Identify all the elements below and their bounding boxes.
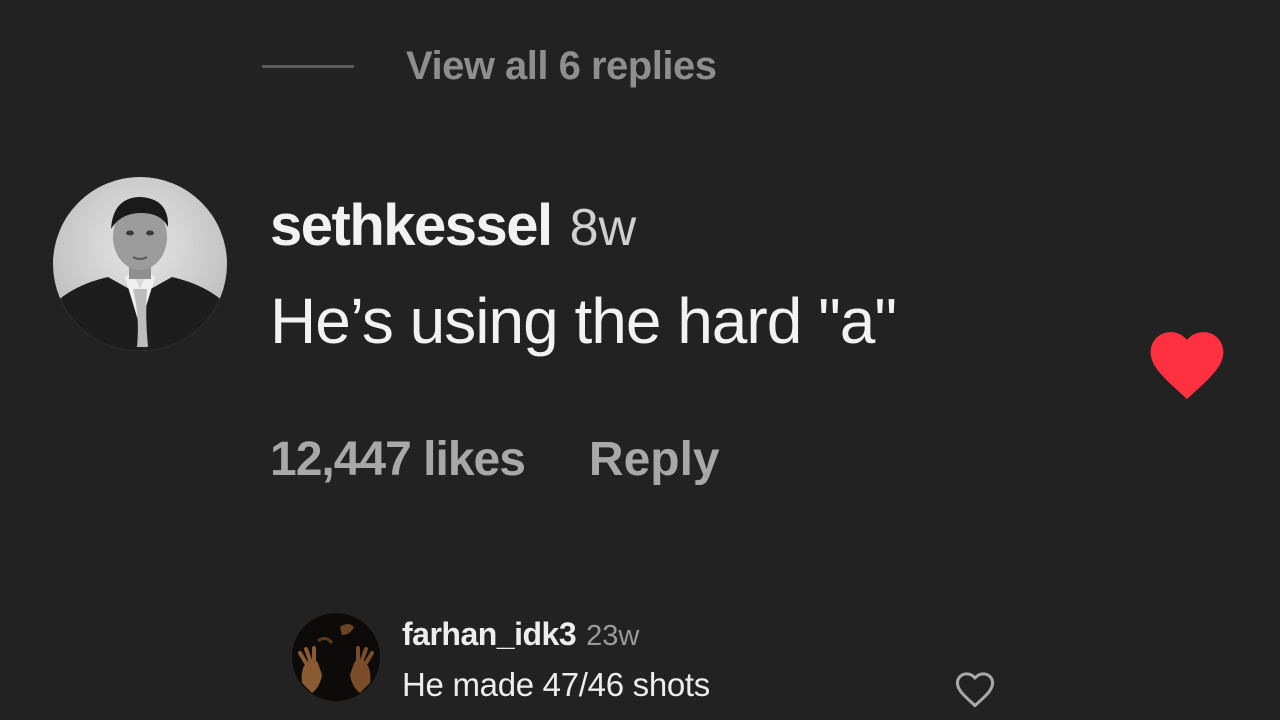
replies-divider-line — [262, 64, 354, 68]
avatar[interactable] — [53, 177, 227, 351]
reply-timestamp: 23w — [586, 620, 640, 652]
reply-avatar[interactable] — [292, 613, 380, 701]
avatar-photo — [53, 177, 227, 351]
comment-likes-count[interactable]: 12,447 likes — [270, 432, 526, 487]
comment-timestamp: 8w — [569, 199, 637, 257]
heart-filled-icon — [1150, 332, 1224, 400]
heart-outline-icon — [955, 672, 995, 708]
view-all-replies-label: View all 6 replies — [406, 43, 717, 88]
reply-text: He made 47/46 shots — [402, 666, 710, 703]
reply-avatar-photo — [292, 613, 380, 701]
reply-button[interactable]: Reply — [589, 432, 720, 487]
comment-username[interactable]: sethkessel — [270, 192, 553, 259]
view-all-replies-button[interactable]: View all 6 replies — [262, 40, 717, 92]
reply-like-heart-icon[interactable] — [952, 667, 998, 709]
reply-username[interactable]: farhan_idk3 — [402, 616, 577, 653]
comment-text: He’s using the hard "a" — [270, 285, 897, 357]
like-heart-icon[interactable] — [1142, 322, 1232, 402]
